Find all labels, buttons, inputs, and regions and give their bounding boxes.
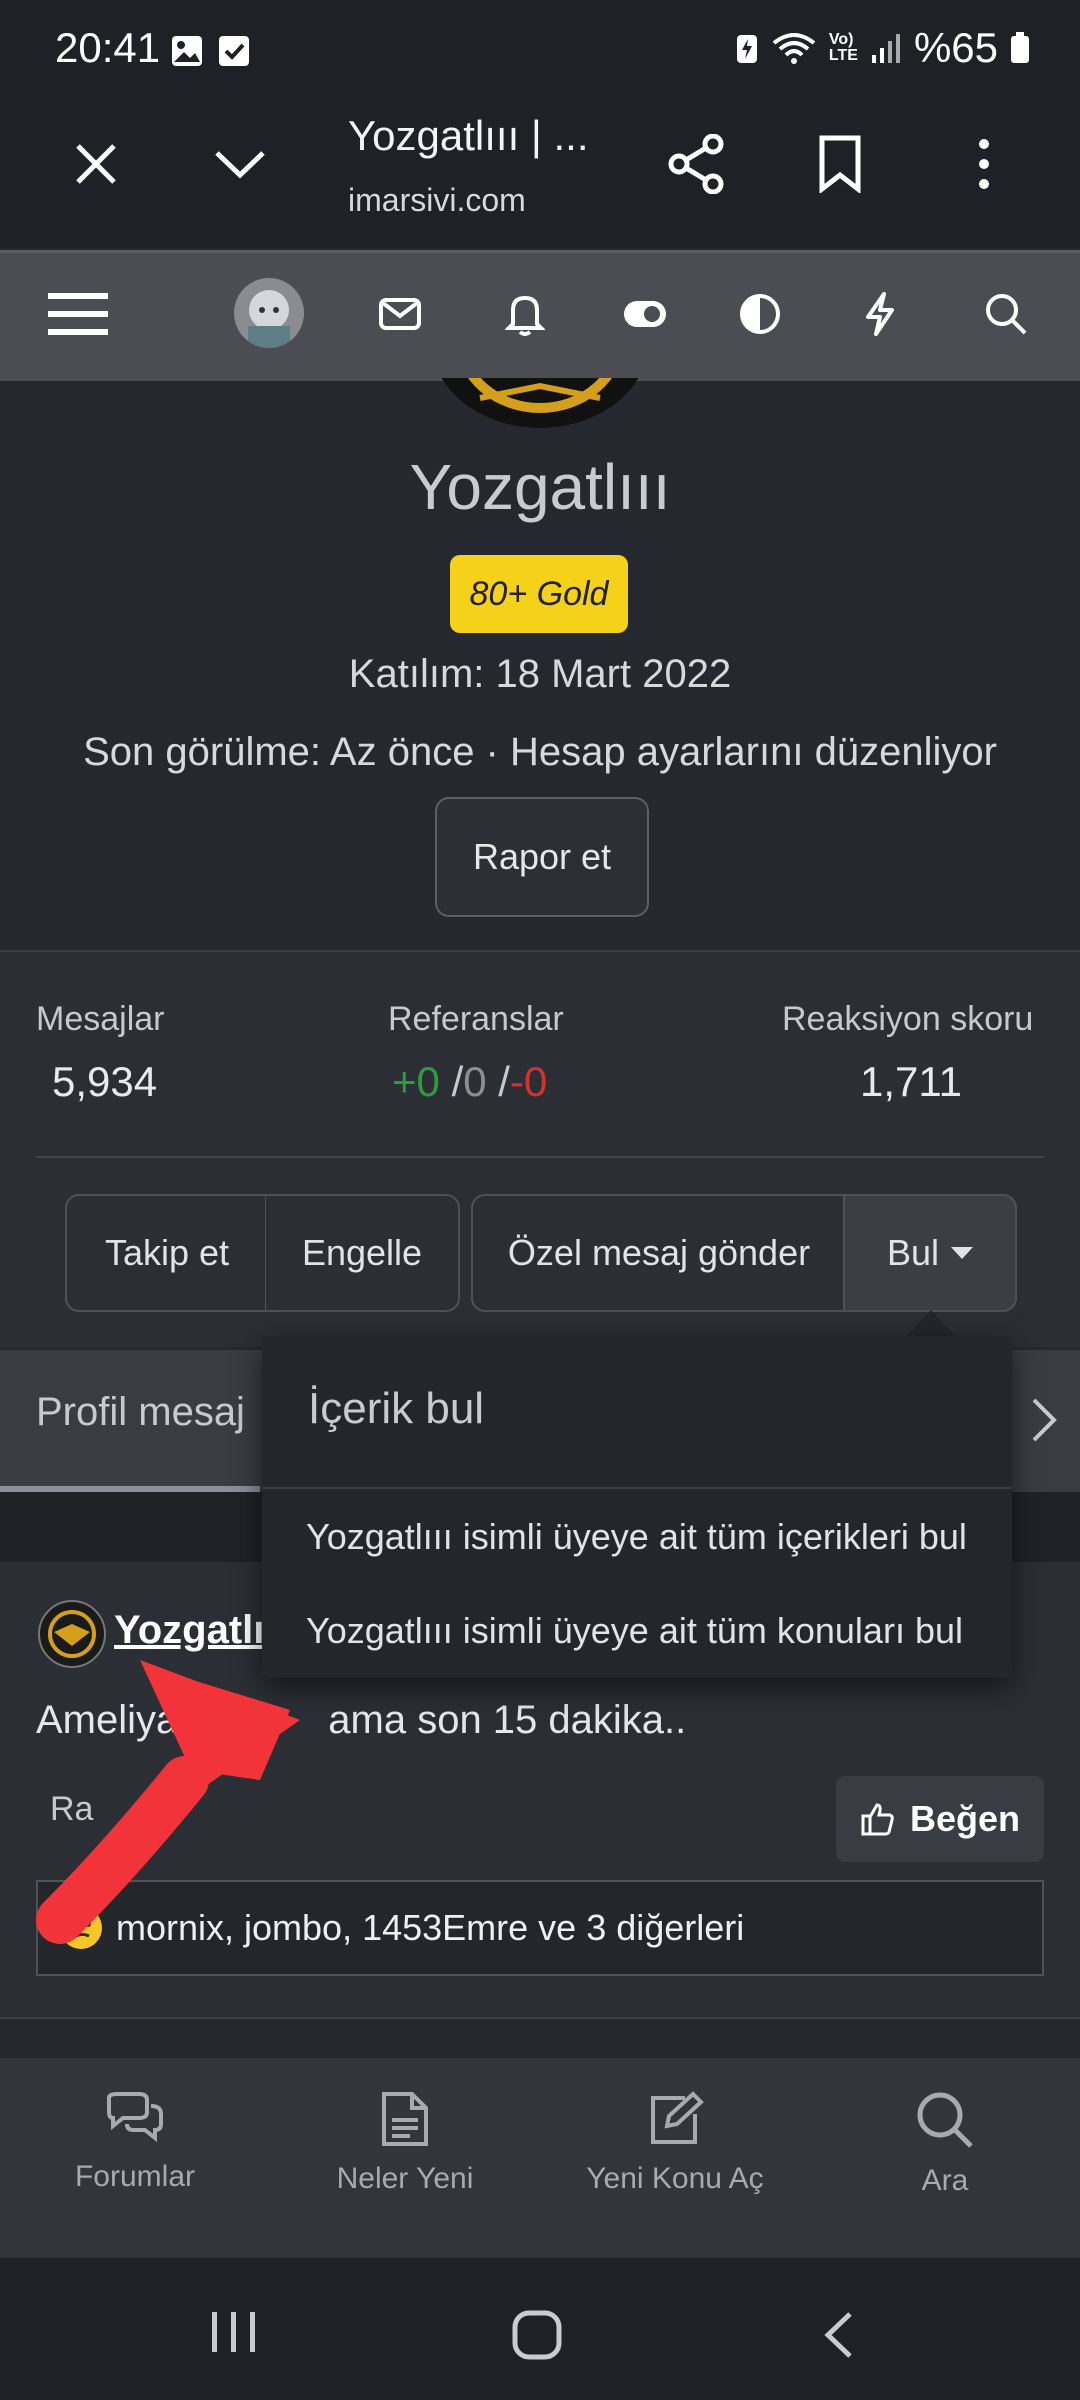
thumbs-up-icon [860, 1801, 896, 1837]
follow-button[interactable]: Takip et [65, 1194, 269, 1312]
page-url[interactable]: imarsivi.com [348, 182, 526, 219]
references-value: +0 /0 /-0 [392, 1058, 548, 1105]
search-icon[interactable] [966, 274, 1046, 354]
report-profile-button[interactable]: Rapor et [435, 797, 649, 917]
confused-emoji-icon [58, 1905, 104, 1951]
contrast-icon[interactable] [720, 274, 800, 354]
edit-icon [645, 2090, 705, 2148]
nav-whats-new-label: Neler Yeni [336, 2162, 474, 2195]
more-options-icon[interactable] [944, 124, 1024, 204]
reaction-score-value[interactable]: 1,711 [860, 1058, 962, 1106]
find-all-content-item[interactable]: Yozgatlııı isimli üyeye ait tüm içerikle… [306, 1516, 967, 1558]
find-label: Bul [886, 1232, 940, 1273]
stats-divider [36, 1156, 1044, 1158]
bookmark-icon[interactable] [800, 124, 880, 204]
recent-apps-icon[interactable] [210, 2310, 258, 2354]
nav-forums-label: Forumlar [74, 2160, 195, 2193]
battery-saver-icon [735, 31, 759, 65]
last-seen: Son görülme: Az önce · Hesap ayarlarını … [83, 730, 997, 774]
like-label: Beğen [909, 1798, 1021, 1839]
share-icon[interactable] [656, 124, 736, 204]
messages-label: Mesajlar [36, 1000, 165, 1038]
signal-icon [870, 33, 902, 63]
nav-new-thread-label: Yeni Konu Aç [586, 2162, 764, 2195]
nav-search-label: Ara [921, 2164, 969, 2197]
ref-positive: +0 [392, 1058, 440, 1105]
dropdown-caret [905, 1310, 957, 1338]
post-text-end: ama son 15 dakika.. [328, 1698, 687, 1742]
find-all-threads-item[interactable]: Yozgatlııı isimli üyeye ait tüm konuları… [306, 1610, 963, 1652]
post-report-link[interactable]: Ra et [50, 1790, 172, 1829]
home-icon[interactable] [512, 2310, 562, 2360]
volte-icon: Vo) LTE [828, 31, 858, 64]
profile-username: Yozgatlııı [409, 451, 671, 523]
back-icon[interactable] [822, 2310, 856, 2360]
mail-icon[interactable] [360, 274, 440, 354]
reactions-users: mornix, jombo, 1453Emre ve 3 diğerleri [116, 1907, 745, 1948]
reactions-bar[interactable]: mornix, jombo, 1453Emre ve 3 diğerleri [36, 1880, 1044, 1976]
ref-negative: -0 [509, 1058, 548, 1105]
nav-whats-new[interactable]: Neler Yeni [305, 2090, 505, 2196]
avatar[interactable] [234, 278, 304, 348]
post-text: Ameliya ama son 15 dakika.. [36, 1698, 686, 1743]
gallery-icon [170, 34, 204, 68]
user-rank-badge: 80+ Gold [450, 555, 628, 633]
profile-emblem-image [420, 378, 660, 458]
joined-date: Katılım: 18 Mart 2022 [348, 652, 732, 696]
status-time: 20:41 [55, 24, 161, 71]
references-label: Referanslar [388, 1000, 564, 1038]
dropdown-header: İçerik bul [308, 1384, 485, 1433]
chat-bubbles-icon [103, 2090, 167, 2146]
post-author-link[interactable]: Yozgatlı [114, 1608, 264, 1653]
messages-value[interactable]: 5,934 [52, 1058, 157, 1106]
private-message-button[interactable]: Özel mesaj gönder [471, 1194, 847, 1312]
lightning-icon[interactable] [840, 274, 920, 354]
document-icon [380, 2090, 430, 2148]
author-avatar[interactable] [38, 1600, 106, 1668]
close-tab-icon[interactable] [56, 124, 136, 204]
toggle-icon[interactable] [605, 274, 685, 354]
nav-new-thread[interactable]: Yeni Konu Aç [575, 2090, 775, 2196]
reaction-score-label: Reaksiyon skoru [782, 1000, 1034, 1038]
like-button[interactable]: Beğen [836, 1776, 1044, 1862]
ignore-button[interactable]: Engelle [265, 1194, 460, 1312]
checkbox-notification-icon [217, 34, 251, 68]
hamburger-menu-icon[interactable] [38, 274, 118, 354]
dropdown-separator [262, 1487, 1012, 1489]
ref-neutral: 0 [463, 1058, 487, 1105]
tab-profile-messages[interactable]: Profil mesaj [36, 1390, 245, 1435]
caret-down-icon [951, 1247, 974, 1259]
battery-percent: %65 [913, 24, 998, 71]
wifi-icon [771, 31, 817, 65]
page-title[interactable]: Yozgatlııı | ... [348, 112, 589, 160]
find-dropdown-button[interactable]: Bul [843, 1194, 1017, 1312]
status-right: Vo) LTE %65 [735, 24, 1030, 72]
chevron-right-icon[interactable] [1030, 1396, 1058, 1444]
nav-forums[interactable]: Forumlar [35, 2090, 235, 2194]
battery-icon [1010, 32, 1030, 64]
search-icon [915, 2090, 975, 2150]
chevron-down-icon[interactable] [200, 124, 280, 204]
post-text-start: Ameliya [36, 1698, 179, 1742]
nav-search[interactable]: Ara [845, 2090, 1045, 2198]
bell-icon[interactable] [485, 274, 565, 354]
